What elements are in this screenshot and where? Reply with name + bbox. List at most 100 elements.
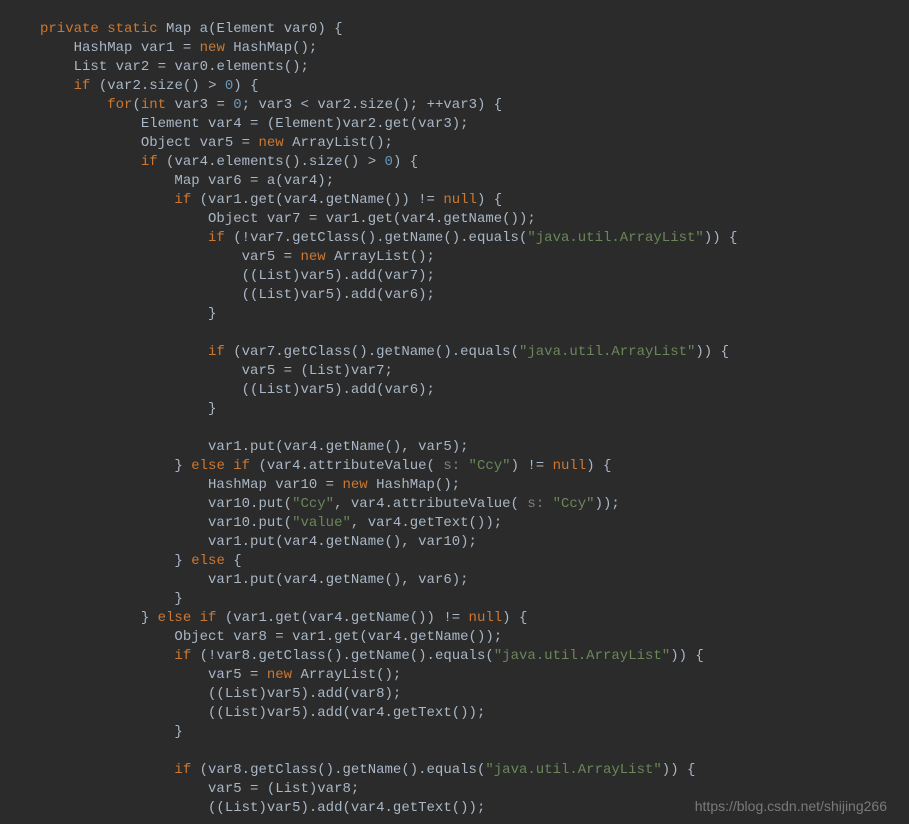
method-getname: getName [326, 534, 385, 550]
var4: var4 [401, 211, 435, 227]
method-equals: equals [427, 762, 477, 778]
type-hashmap: HashMap [233, 40, 292, 56]
watermark-text: https://blog.csdn.net/shijing266 [695, 798, 887, 814]
var3: var3 [174, 97, 208, 113]
var10: var10 [208, 496, 250, 512]
var7: var7 [242, 344, 276, 360]
type-hashmap: HashMap [74, 40, 133, 56]
method-put: put [250, 572, 275, 588]
var8: var8 [233, 629, 267, 645]
method-elements: elements [216, 154, 283, 170]
keyword-if: if [174, 762, 191, 778]
method-elements: elements [216, 59, 283, 75]
method-equals: equals [460, 344, 510, 360]
var1: var1 [208, 439, 242, 455]
method-gettext: getText [410, 515, 469, 531]
keyword-if: if [174, 648, 191, 664]
string-arraylist: "java.util.ArrayList" [485, 762, 661, 778]
method-get: get [368, 211, 393, 227]
method-getname: getName [351, 648, 410, 664]
var3: var3 [418, 116, 452, 132]
method-gettext: getText [393, 705, 452, 721]
var7: var7 [267, 211, 301, 227]
method-attrval: attributeValue [393, 496, 511, 512]
param-hint: s: [443, 458, 460, 474]
type-list: List [258, 287, 292, 303]
method-size: size [309, 154, 343, 170]
keyword-new: new [267, 667, 292, 683]
keyword-if: if [141, 154, 158, 170]
method-add: add [351, 268, 376, 284]
var4: var4 [368, 515, 402, 531]
keyword-if: if [233, 458, 250, 474]
var5: var5 [418, 439, 452, 455]
var6: var6 [418, 572, 452, 588]
var1: var1 [141, 40, 175, 56]
var5: var5 [267, 686, 301, 702]
var1: var1 [233, 610, 267, 626]
var5: var5 [300, 268, 334, 284]
type-arraylist: ArrayList [292, 135, 368, 151]
string-value: "value" [292, 515, 351, 531]
var4: var4 [267, 458, 301, 474]
num-zero: 0 [385, 154, 393, 170]
string-ccy: "Ccy" [292, 496, 334, 512]
var4: var4 [309, 610, 343, 626]
var5: var5 [242, 363, 276, 379]
method-add: add [351, 287, 376, 303]
var1: var1 [326, 211, 360, 227]
keyword-new: new [300, 249, 325, 265]
method-gettext: getText [393, 800, 452, 816]
type-arraylist: ArrayList [300, 667, 376, 683]
method-get: get [334, 629, 359, 645]
keyword-new: new [342, 477, 367, 493]
var5: var5 [300, 382, 334, 398]
type-element: Element [141, 116, 200, 132]
type-map: Map [174, 173, 199, 189]
var6: var6 [208, 173, 242, 189]
type-element: Element [216, 21, 275, 37]
method-getname: getName [443, 211, 502, 227]
keyword-else: else [191, 553, 225, 569]
method-add: add [317, 705, 342, 721]
var8: var8 [351, 686, 385, 702]
method-put: put [258, 515, 283, 531]
num-zero: 0 [225, 78, 233, 94]
var0: var0 [174, 59, 208, 75]
var4: var4 [208, 116, 242, 132]
var4: var4 [284, 173, 318, 189]
keyword-else: else [158, 610, 192, 626]
type-hashmap: HashMap [208, 477, 267, 493]
param-var0: var0 [284, 21, 318, 37]
type-map: Map [166, 21, 191, 37]
method-get: get [275, 610, 300, 626]
method-equals: equals [469, 230, 519, 246]
type-list: List [275, 781, 309, 797]
var5: var5 [208, 667, 242, 683]
method-getclass: getClass [250, 762, 317, 778]
type-list: List [258, 382, 292, 398]
type-list: List [309, 363, 343, 379]
var10: var10 [418, 534, 460, 550]
code-block: private static Map a(Element var0) { Has… [0, 0, 909, 818]
var4: var4 [351, 800, 385, 816]
keyword-null: null [443, 192, 477, 208]
var5: var5 [208, 781, 242, 797]
keyword-if: if [200, 610, 217, 626]
var3: var3 [259, 97, 293, 113]
keyword-int: int [141, 97, 166, 113]
type-arraylist: ArrayList [334, 249, 410, 265]
keyword-if: if [208, 344, 225, 360]
var1: var1 [208, 572, 242, 588]
keyword-else: else [191, 458, 225, 474]
var4: var4 [284, 572, 318, 588]
method-getname: getName [376, 344, 435, 360]
type-object: Object [208, 211, 258, 227]
method-getname: getName [326, 572, 385, 588]
method-getclass: getClass [258, 648, 325, 664]
type-list: List [258, 268, 292, 284]
keyword-null: null [469, 610, 503, 626]
string-arraylist: "java.util.ArrayList" [527, 230, 703, 246]
var6: var6 [385, 287, 419, 303]
type-list: List [225, 686, 259, 702]
